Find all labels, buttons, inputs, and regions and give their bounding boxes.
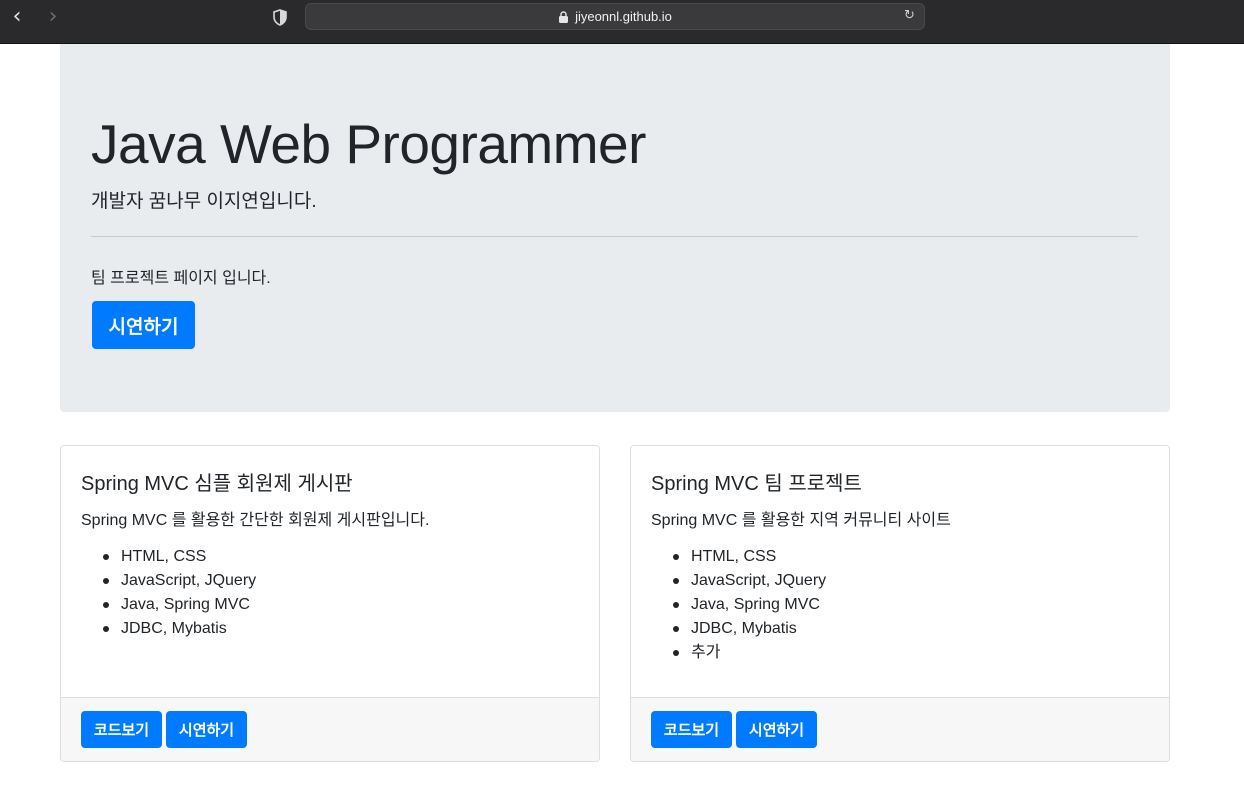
- lead-text: 개발자 꿈나무 이지연입니다.: [91, 191, 317, 212]
- url-text: jiyeonnl.github.io: [575, 9, 672, 24]
- list-item: JDBC, Mybatis: [81, 617, 256, 641]
- list-item: JavaScript, JQuery: [81, 569, 256, 593]
- reload-icon[interactable]: ↻: [904, 9, 918, 23]
- jumbotron: Java Web Programmer 개발자 꿈나무 이지연입니다. 팀 프로…: [60, 44, 1170, 412]
- tech-list: HTML, CSS JavaScript, JQuery Java, Sprin…: [651, 545, 826, 665]
- demo-button[interactable]: 시연하기: [736, 711, 817, 748]
- lock-icon: [559, 10, 569, 23]
- list-item: 추가: [651, 641, 826, 665]
- card-description: Spring MVC 를 활용한 지역 커뮤니티 사이트: [651, 512, 951, 529]
- jumbotron-demo-button[interactable]: 시연하기: [92, 301, 195, 349]
- list-item: HTML, CSS: [81, 545, 256, 569]
- intro-text: 팀 프로젝트 페이지 입니다.: [91, 270, 271, 287]
- chevron-left-icon[interactable]: ‹: [6, 6, 28, 28]
- page-title: Java Web Programmer: [91, 113, 646, 175]
- card-description: Spring MVC 를 활용한 간단한 회원제 게시판입니다.: [81, 512, 430, 529]
- project-card-board: Spring MVC 심플 회원제 게시판 Spring MVC 를 활용한 간…: [60, 445, 600, 762]
- shield-icon[interactable]: [272, 9, 288, 26]
- list-item: JavaScript, JQuery: [651, 569, 826, 593]
- browser-toolbar: ‹ › jiyeonnl.github.io ↻: [0, 0, 1244, 44]
- list-item: JDBC, Mybatis: [651, 617, 826, 641]
- list-item: Java, Spring MVC: [81, 593, 256, 617]
- card-footer: 코드보기 시연하기: [631, 697, 1169, 761]
- list-item: Java, Spring MVC: [651, 593, 826, 617]
- chevron-right-icon[interactable]: ›: [42, 6, 64, 28]
- card-footer: 코드보기 시연하기: [61, 697, 599, 761]
- address-bar[interactable]: jiyeonnl.github.io ↻: [305, 3, 925, 30]
- view-code-button[interactable]: 코드보기: [81, 711, 162, 748]
- view-code-button[interactable]: 코드보기: [651, 711, 732, 748]
- project-card-team: Spring MVC 팀 프로젝트 Spring MVC 를 활용한 지역 커뮤…: [630, 445, 1170, 762]
- divider: [91, 236, 1138, 237]
- list-item: HTML, CSS: [651, 545, 826, 569]
- card-title: Spring MVC 팀 프로젝트: [651, 473, 862, 495]
- demo-button[interactable]: 시연하기: [166, 711, 247, 748]
- tech-list: HTML, CSS JavaScript, JQuery Java, Sprin…: [81, 545, 256, 641]
- card-title: Spring MVC 심플 회원제 게시판: [81, 473, 353, 495]
